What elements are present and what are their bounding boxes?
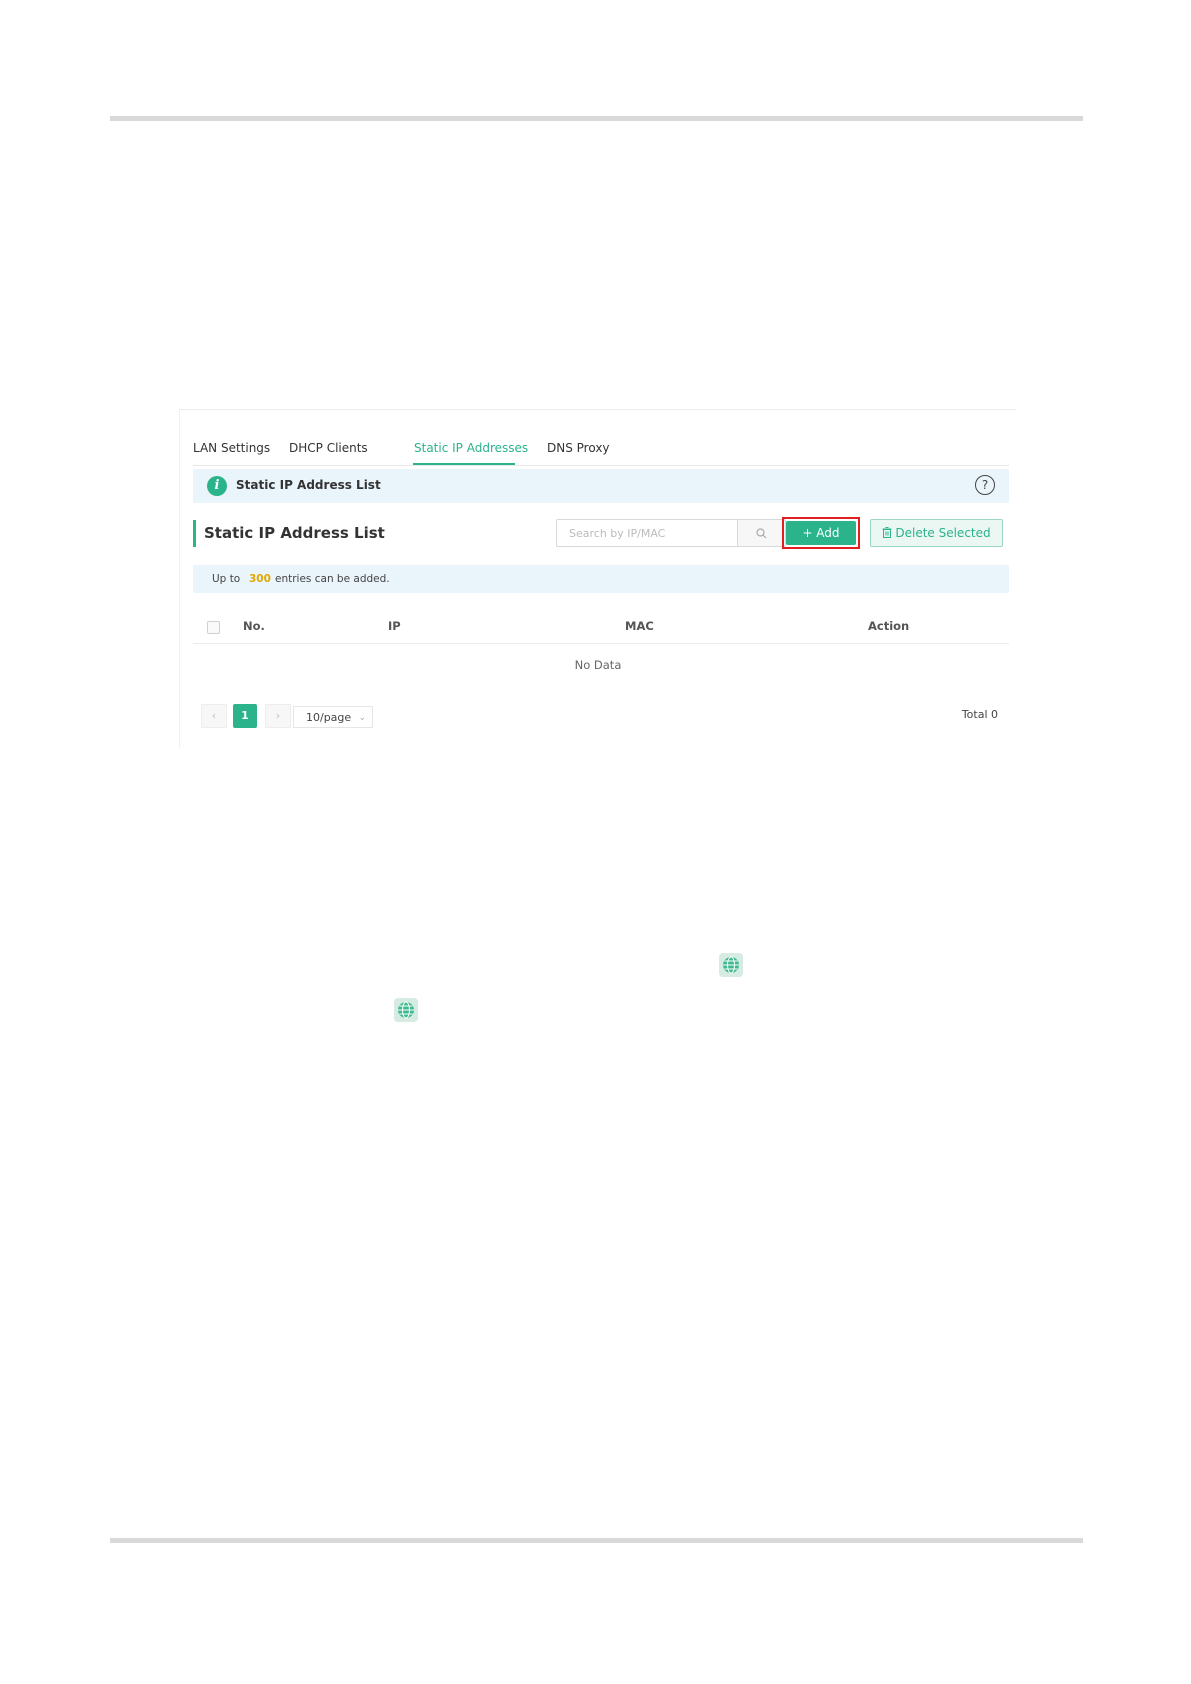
globe-icon xyxy=(394,998,418,1022)
section-accent-bar xyxy=(193,520,196,547)
info-icon: i xyxy=(207,476,227,496)
notice-count: 300 xyxy=(249,573,271,585)
search-input[interactable] xyxy=(557,520,737,546)
notice-prefix: Up to xyxy=(212,573,241,585)
entry-limit-notice: Up to 300 entries can be added. xyxy=(193,565,1009,593)
tab-dns-proxy[interactable]: DNS Proxy xyxy=(547,441,610,455)
active-tab-indicator xyxy=(413,463,515,465)
empty-table-message: No Data xyxy=(574,658,622,672)
chevron-right-icon: › xyxy=(275,709,281,722)
help-icon[interactable]: ? xyxy=(975,475,995,495)
tab-dhcp-clients[interactable]: DHCP Clients xyxy=(289,441,368,455)
section-title: Static IP Address List xyxy=(204,524,385,542)
globe-icon xyxy=(719,953,743,977)
tab-lan-settings[interactable]: LAN Settings xyxy=(193,441,270,455)
info-bar: i Static IP Address List ? xyxy=(193,469,1009,503)
static-ip-screenshot: LAN Settings DHCP Clients Static IP Addr… xyxy=(179,409,1016,748)
page-footer-rule xyxy=(110,1538,1083,1543)
tab-bar: LAN Settings DHCP Clients Static IP Addr… xyxy=(193,432,1009,466)
notice-suffix: entries can be added. xyxy=(275,573,390,585)
search-icon xyxy=(756,528,767,539)
page-number-current[interactable]: 1 xyxy=(233,704,257,728)
page-size-value: 10/page xyxy=(306,711,352,724)
delete-selected-button[interactable]: Delete Selected xyxy=(870,519,1003,547)
page-header-rule xyxy=(110,116,1083,121)
info-bar-title: Static IP Address List xyxy=(236,478,381,492)
chevron-left-icon: ‹ xyxy=(211,709,217,722)
column-ip: IP xyxy=(388,619,401,633)
next-page-button[interactable]: › xyxy=(265,704,291,728)
page-size-select[interactable]: 10/page ⌄ xyxy=(293,706,373,728)
prev-page-button[interactable]: ‹ xyxy=(201,704,227,728)
select-all-checkbox[interactable] xyxy=(207,621,220,634)
column-no: No. xyxy=(243,619,265,633)
total-count: Total 0 xyxy=(961,708,998,721)
delete-selected-label: Delete Selected xyxy=(895,526,991,540)
search-button[interactable] xyxy=(737,520,785,546)
column-action: Action xyxy=(868,619,910,633)
add-button[interactable]: + Add xyxy=(786,521,856,545)
table-header: No. IP MAC Action xyxy=(193,609,1009,644)
chevron-down-icon: ⌄ xyxy=(358,713,366,723)
column-mac: MAC xyxy=(625,619,654,633)
search-box xyxy=(556,519,786,547)
trash-icon xyxy=(882,527,892,538)
tab-static-ip-addresses[interactable]: Static IP Addresses xyxy=(414,441,528,455)
